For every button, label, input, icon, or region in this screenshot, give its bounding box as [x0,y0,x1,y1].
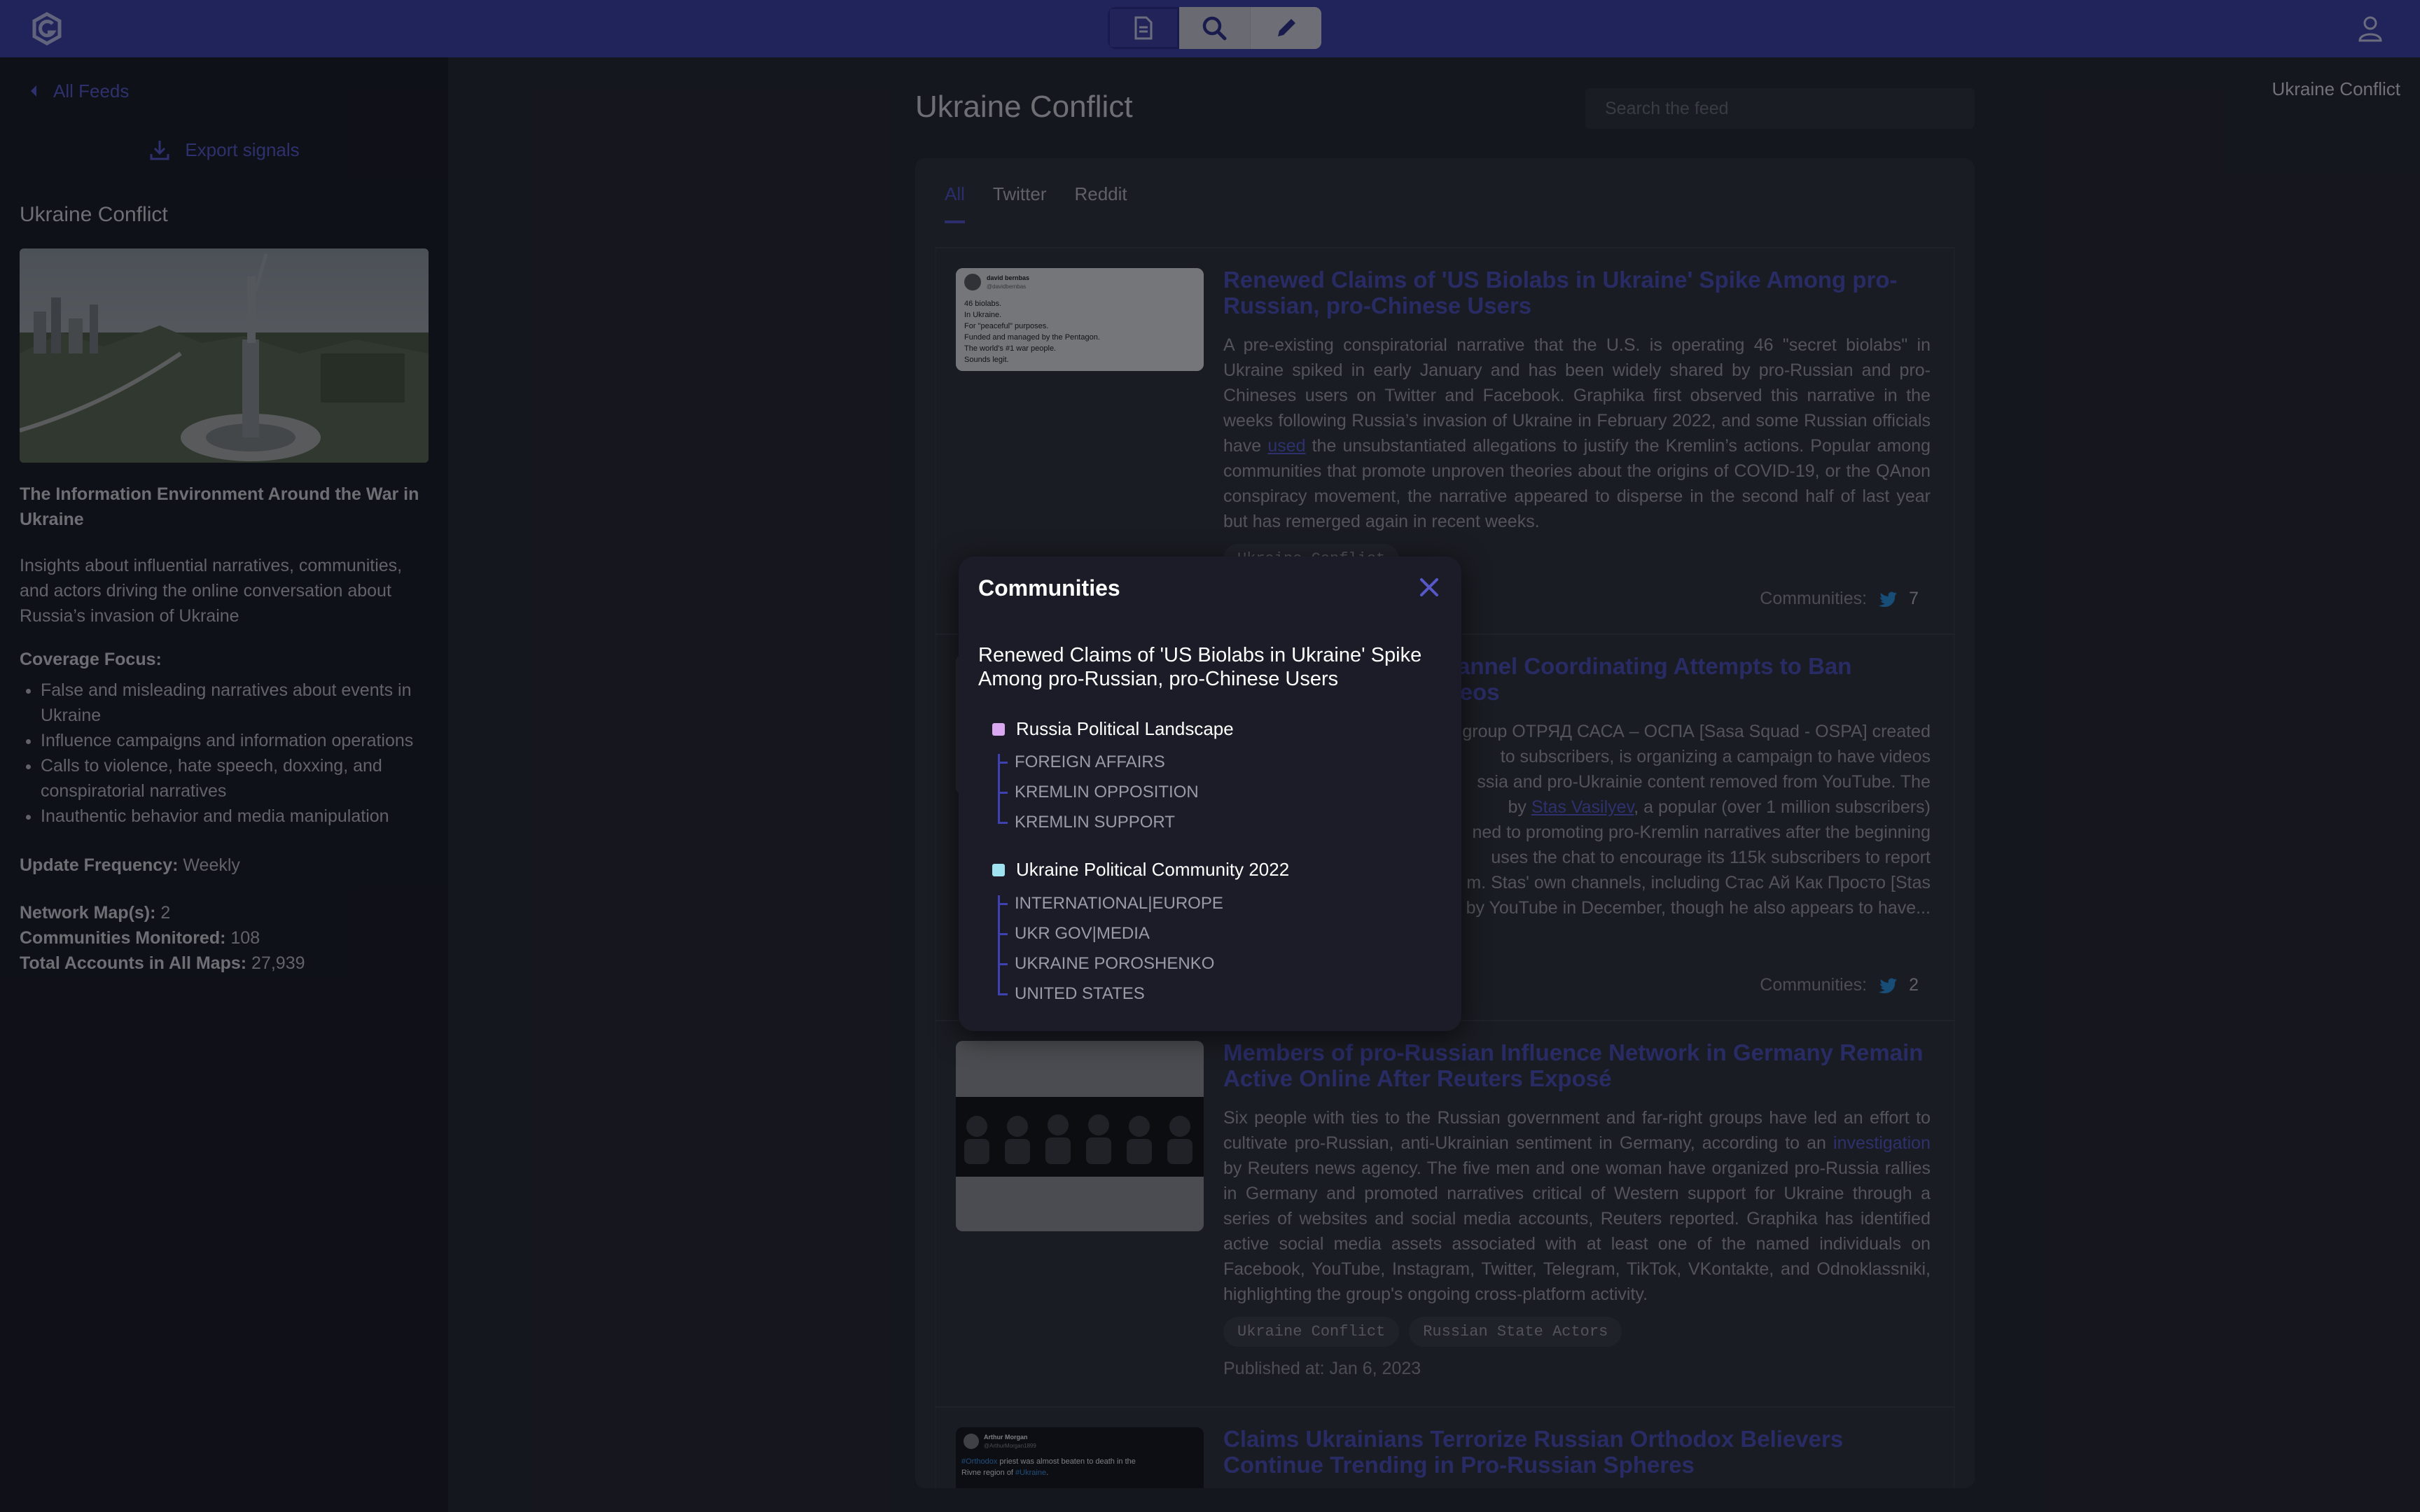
community-group-name: Russia Political Landscape [1016,718,1234,739]
close-button[interactable] [1415,573,1443,601]
community-subgroup[interactable]: UKR GOV|MEDIA [998,918,1390,948]
community-subgroups: FOREIGN AFFAIRS KREMLIN OPPOSITION KREML… [998,747,1390,837]
community-group-name: Ukraine Political Community 2022 [1016,859,1290,880]
community-subgroups: INTERNATIONAL|EUROPE UKR GOV|MEDIA UKRAI… [998,888,1390,1009]
community-subgroup[interactable]: UKRAINE POROSHENKO [998,948,1390,979]
modal-title: Communities [978,575,1120,601]
community-subgroup[interactable]: KREMLIN SUPPORT [998,807,1390,837]
community-subgroup[interactable]: UNITED STATES [998,979,1390,1009]
communities-modal: Communities Renewed Claims of 'US Biolab… [959,556,1461,1031]
community-group-russia: Russia Political Landscape [992,718,1234,740]
community-subgroup[interactable]: FOREIGN AFFAIRS [998,747,1390,777]
modal-subtitle: Renewed Claims of 'US Biolabs in Ukraine… [978,644,1422,690]
community-subgroup[interactable]: KREMLIN OPPOSITION [998,777,1390,807]
community-group-ukraine: Ukraine Political Community 2022 [992,859,1289,881]
close-icon [1420,578,1438,596]
community-color-swatch [992,722,1005,736]
community-color-swatch [992,863,1005,876]
community-subgroup[interactable]: INTERNATIONAL|EUROPE [998,888,1390,918]
